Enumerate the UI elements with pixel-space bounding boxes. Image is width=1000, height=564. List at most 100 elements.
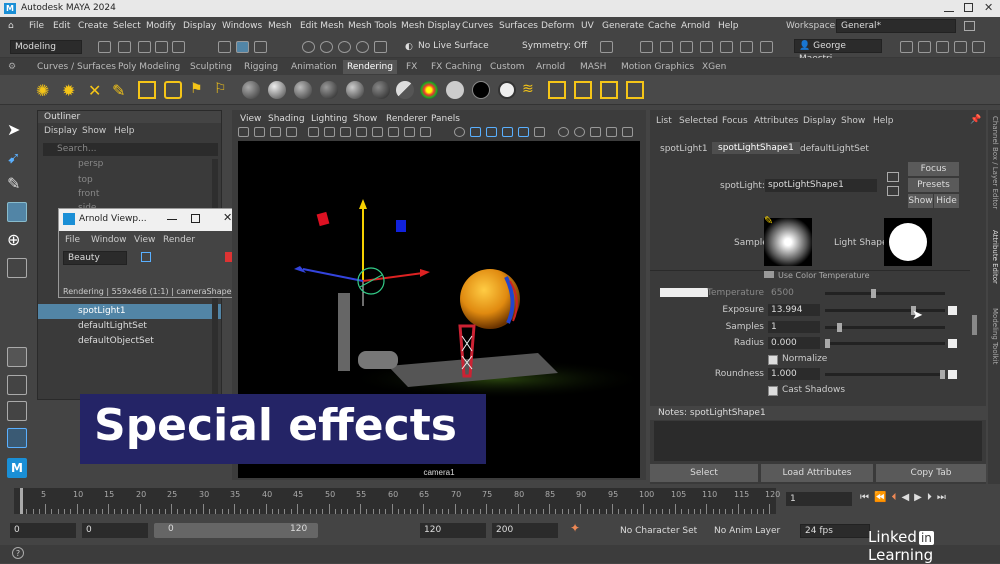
menu-create[interactable]: Create xyxy=(78,21,108,31)
ae-menu-attributes[interactable]: Attributes xyxy=(754,116,798,126)
menu-display[interactable]: Display xyxy=(183,21,216,31)
attr-knob-radius[interactable] xyxy=(825,339,830,348)
attr-field-samples[interactable]: 1 xyxy=(768,321,820,333)
two-view-layout-icon[interactable] xyxy=(7,401,27,421)
select-component-icon[interactable] xyxy=(254,41,267,53)
attribute-editor-icon[interactable] xyxy=(936,41,949,53)
open-scene-icon[interactable] xyxy=(118,41,131,53)
animation-end-field[interactable]: 200 xyxy=(492,523,558,538)
use-all-lights-icon[interactable] xyxy=(486,127,497,137)
menu-deform[interactable]: Deform xyxy=(541,21,574,31)
bookmark-icon[interactable] xyxy=(270,127,281,137)
ramp-sphere-icon[interactable] xyxy=(396,81,414,99)
shelf-tab-rigging[interactable]: Rigging xyxy=(244,62,278,72)
attr-map-radius-icon[interactable] xyxy=(948,339,957,348)
tool-settings-icon[interactable] xyxy=(954,41,967,53)
film-gate-icon[interactable] xyxy=(324,127,335,137)
attr-knob-samples[interactable] xyxy=(837,323,842,332)
use-color-temp-checkbox[interactable] xyxy=(764,271,774,278)
use-background-icon[interactable] xyxy=(498,81,516,99)
wireframe-icon[interactable] xyxy=(420,127,431,137)
menu-select[interactable]: Select xyxy=(113,21,141,31)
anisotropic-sphere-icon[interactable] xyxy=(320,81,338,99)
go-to-start-icon[interactable]: ⏮ xyxy=(860,492,874,503)
menu-edit[interactable]: Edit xyxy=(53,21,70,31)
arnold-render-icon[interactable] xyxy=(740,41,753,53)
shelf-tab-xgen[interactable]: XGen xyxy=(702,62,726,72)
playback-start-field[interactable]: 0 xyxy=(82,523,148,538)
outliner-menu-help[interactable]: Help xyxy=(114,126,135,136)
menu-file[interactable]: File xyxy=(29,21,44,31)
arnold-menu-view[interactable]: View xyxy=(134,235,155,245)
ae-menu-focus[interactable]: Focus xyxy=(722,116,748,126)
viewport-menu-shading[interactable]: Shading xyxy=(268,114,305,124)
four-view-layout-icon[interactable] xyxy=(7,375,27,395)
maya-home-icon[interactable]: M xyxy=(7,458,27,478)
shelf-menu-icon[interactable]: ⚙ xyxy=(8,62,16,72)
ae-hide-button[interactable]: Hide xyxy=(934,194,959,208)
menu-uv[interactable]: UV xyxy=(581,21,594,31)
viewport-menu-panels[interactable]: Panels xyxy=(431,114,460,124)
ae-tab-defaultlightset[interactable]: defaultLightSet xyxy=(800,144,869,154)
select-hierarchy-icon[interactable] xyxy=(218,41,231,53)
ae-focus-button[interactable]: Focus xyxy=(908,162,959,176)
home-icon[interactable]: ⌂ xyxy=(8,21,14,31)
go-to-end-icon[interactable]: ⏭ xyxy=(937,492,951,503)
ae-notes-textarea[interactable] xyxy=(654,421,982,461)
camera-attributes-icon[interactable] xyxy=(254,127,265,137)
magnet-icon[interactable]: ◐ xyxy=(405,42,413,52)
anim-layer-select[interactable]: No Anim Layer xyxy=(714,526,780,536)
playback-end-field[interactable]: 120 xyxy=(420,523,486,538)
arnold-crop-icon[interactable] xyxy=(141,252,151,262)
lambert-sphere-icon[interactable] xyxy=(242,81,260,99)
blinn-sphere-icon[interactable] xyxy=(268,81,286,99)
save-scene-icon[interactable] xyxy=(138,41,151,53)
xray-icon[interactable] xyxy=(574,127,585,137)
outliner-row-front[interactable]: front xyxy=(38,187,221,202)
menu-edit-mesh[interactable]: Edit Mesh xyxy=(300,21,344,31)
fps-select[interactable]: 24 fps xyxy=(800,524,870,538)
cast-shadows-checkbox[interactable] xyxy=(768,386,778,396)
shelf-tab-custom[interactable]: Custom xyxy=(490,62,524,72)
play-back-icon[interactable]: ◀ xyxy=(901,492,914,503)
outliner-menu-show[interactable]: Show xyxy=(82,126,106,136)
play-forward-icon[interactable]: ▶ xyxy=(914,492,927,503)
directional-light-icon[interactable]: ✕ xyxy=(88,81,106,100)
symmetry-select[interactable]: Symmetry: Off xyxy=(522,41,587,51)
ae-select-button[interactable]: Select xyxy=(650,464,758,482)
side-tab-modeling-toolkit[interactable]: Modeling Toolkit xyxy=(989,308,999,388)
hypershade-shelf-icon[interactable] xyxy=(600,81,618,99)
normalize-checkbox[interactable] xyxy=(768,355,778,365)
xray-components-icon[interactable] xyxy=(606,127,617,137)
select-camera-icon[interactable] xyxy=(238,127,249,137)
attr-field-roundness[interactable]: 1.000 xyxy=(768,368,820,380)
viewport-menu-show[interactable]: Show xyxy=(353,114,377,124)
attr-map-exposure-icon[interactable] xyxy=(948,306,957,315)
shelf-tab-curves-surfaces[interactable]: Curves / Surfaces xyxy=(37,62,116,72)
ae-presets-button[interactable]: Presets xyxy=(908,178,959,192)
snap-grid-icon[interactable] xyxy=(302,41,315,53)
render-frame-icon[interactable] xyxy=(640,41,653,53)
workspace-lock-icon[interactable] xyxy=(964,21,975,31)
attr-slider-exposure[interactable] xyxy=(825,306,945,315)
snap-surface-icon[interactable] xyxy=(374,41,387,53)
black-shader-icon[interactable] xyxy=(472,81,490,99)
scale-tool-icon[interactable] xyxy=(7,258,27,278)
arnold-close-icon[interactable]: ✕ xyxy=(223,211,232,224)
menu-help[interactable]: Help xyxy=(718,21,739,31)
render-view-shelf-icon[interactable] xyxy=(626,81,644,99)
resolution-gate-icon[interactable] xyxy=(340,127,351,137)
ae-scrollbar[interactable] xyxy=(972,315,977,335)
shadows-icon[interactable] xyxy=(502,127,513,137)
ipr-shelf-icon[interactable] xyxy=(548,81,566,99)
ae-input-connection-icon[interactable] xyxy=(887,172,899,182)
current-time-marker[interactable] xyxy=(20,488,23,514)
viewport-menu-renderer[interactable]: Renderer xyxy=(386,114,427,124)
outliner-row-persp[interactable]: persp xyxy=(38,157,221,172)
shelf-tab-fx[interactable]: FX xyxy=(406,62,417,72)
textured-icon[interactable] xyxy=(470,127,481,137)
ae-output-connection-icon[interactable] xyxy=(887,186,899,196)
channel-box-icon[interactable] xyxy=(972,41,985,53)
phong-sphere-icon[interactable] xyxy=(294,81,312,99)
snap-curve-icon[interactable] xyxy=(320,41,333,53)
